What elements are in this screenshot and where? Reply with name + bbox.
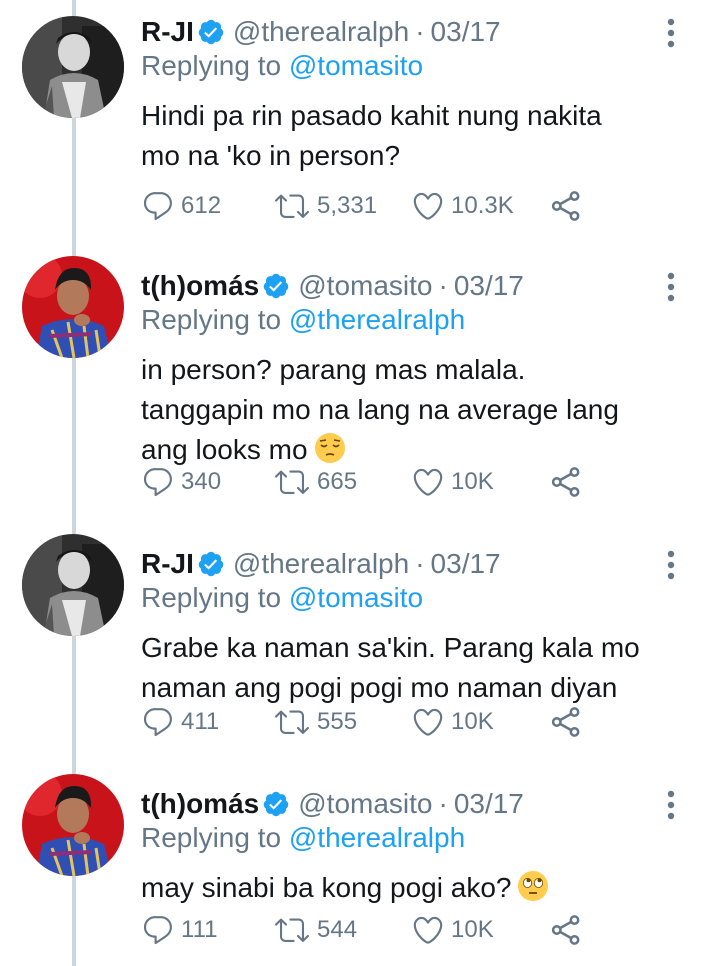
verified-badge-icon	[198, 551, 224, 577]
retweet-icon	[275, 194, 309, 218]
mention-link[interactable]: @tomasito	[289, 582, 423, 613]
more-vertical-icon[interactable]	[666, 272, 676, 302]
retweet-button[interactable]: 5,331	[273, 186, 377, 226]
share-icon	[551, 467, 580, 497]
retweet-icon	[275, 470, 309, 494]
share-button[interactable]	[549, 462, 583, 502]
retweet-button[interactable]: 555	[273, 702, 357, 742]
like-button[interactable]: 10K	[411, 910, 494, 950]
verified-badge-icon	[263, 791, 289, 817]
verified-badge-icon	[263, 273, 289, 299]
action-bar: 411 555 10K	[141, 702, 601, 742]
heart-icon	[413, 916, 443, 944]
avatar[interactable]	[22, 256, 124, 358]
timestamp[interactable]: 03/17	[431, 16, 501, 48]
avatar[interactable]	[22, 774, 124, 876]
more-vertical-icon[interactable]	[666, 18, 676, 48]
separator: ·	[438, 788, 448, 819]
share-button[interactable]	[549, 186, 583, 226]
share-button[interactable]	[549, 702, 583, 742]
mention-link[interactable]: @therealralph	[289, 822, 465, 853]
like-count: 10K	[451, 468, 494, 495]
share-icon	[551, 191, 580, 221]
like-count: 10K	[451, 916, 494, 943]
reply-count: 612	[181, 192, 222, 219]
like-count: 10.3K	[451, 192, 514, 219]
like-button[interactable]: 10K	[411, 462, 494, 502]
action-bar: 340 665 10K	[141, 462, 601, 502]
tweet-header: R-JI @therealralph · 03/17	[141, 544, 501, 584]
heart-icon	[413, 708, 443, 736]
like-button[interactable]: 10K	[411, 702, 494, 742]
separator: ·	[415, 548, 425, 579]
verified-badge-icon	[198, 19, 224, 45]
share-icon	[551, 707, 580, 737]
replying-to: Replying to @tomasito	[141, 582, 424, 613]
retweet-button[interactable]: 665	[273, 462, 357, 502]
replying-to: Replying to @therealralph	[141, 304, 466, 335]
retweet-button[interactable]: 544	[273, 910, 357, 950]
action-bar: 612 5,331 10.3K	[141, 186, 601, 226]
like-button[interactable]: 10.3K	[411, 186, 514, 226]
handle[interactable]: @tomasito	[298, 270, 432, 302]
retweet-count: 665	[317, 468, 358, 495]
reply-icon	[143, 708, 172, 737]
more-vertical-icon[interactable]	[666, 550, 676, 580]
tweet[interactable]: t(h)omás @tomasito · 03/17 Replying to @…	[0, 254, 720, 518]
tweet-header: R-JI @therealralph · 03/17	[141, 12, 501, 52]
display-name[interactable]: t(h)omás	[141, 788, 259, 820]
tweet-text: may sinabi ba kong pogi ako?	[141, 868, 681, 908]
tweet-header: t(h)omás @tomasito · 03/17	[141, 266, 524, 306]
like-count: 10K	[451, 708, 494, 735]
reply-button[interactable]: 111	[141, 910, 217, 950]
reply-button[interactable]: 411	[141, 702, 219, 742]
retweet-count: 5,331	[317, 192, 378, 219]
display-name[interactable]: R-JI	[141, 548, 194, 580]
separator: ·	[438, 270, 448, 301]
timestamp[interactable]: 03/17	[454, 788, 524, 820]
pensive-face-icon	[314, 433, 345, 463]
replying-to: Replying to @tomasito	[141, 50, 424, 81]
reply-count: 340	[181, 468, 222, 495]
timestamp[interactable]: 03/17	[431, 548, 501, 580]
action-bar: 111 544 10K	[141, 910, 601, 950]
tweet[interactable]: t(h)omás @tomasito · 03/17 Replying to @…	[0, 772, 720, 966]
tweet[interactable]: R-JI @therealralph · 03/17 Replying to @…	[0, 0, 720, 242]
reply-icon	[143, 916, 172, 945]
handle[interactable]: @tomasito	[298, 788, 432, 820]
reply-button[interactable]: 340	[141, 462, 221, 502]
avatar[interactable]	[22, 16, 124, 118]
reply-icon	[143, 468, 172, 497]
replying-to: Replying to @therealralph	[141, 822, 466, 853]
mention-link[interactable]: @therealralph	[289, 304, 465, 335]
avatar[interactable]	[22, 534, 124, 636]
handle[interactable]: @therealralph	[233, 548, 409, 580]
display-name[interactable]: t(h)omás	[141, 270, 259, 302]
heart-icon	[413, 192, 443, 220]
retweet-icon	[275, 710, 309, 734]
retweet-count: 555	[317, 708, 358, 735]
heart-icon	[413, 468, 443, 496]
share-icon	[551, 915, 580, 945]
reply-count: 411	[181, 708, 220, 735]
more-vertical-icon[interactable]	[666, 790, 676, 820]
retweet-icon	[275, 918, 309, 942]
timestamp[interactable]: 03/17	[454, 270, 524, 302]
handle[interactable]: @therealralph	[233, 16, 409, 48]
share-button[interactable]	[549, 910, 583, 950]
tweet-text: in person? parang mas malala. tanggapin …	[141, 354, 619, 465]
tweet-text: Hindi pa rin pasado kahit nung nakita mo…	[141, 100, 602, 171]
tweet-text: Grabe ka naman sa'kin. Parang kala mo na…	[141, 632, 640, 703]
retweet-count: 544	[317, 916, 358, 943]
reply-count: 111	[181, 916, 218, 943]
separator: ·	[415, 16, 425, 47]
tweet-header: t(h)omás @tomasito · 03/17	[141, 784, 524, 824]
display-name[interactable]: R-JI	[141, 16, 194, 48]
face-with-rolling-eyes-icon	[518, 871, 549, 901]
mention-link[interactable]: @tomasito	[289, 50, 423, 81]
reply-button[interactable]: 612	[141, 186, 221, 226]
tweet[interactable]: R-JI @therealralph · 03/17 Replying to @…	[0, 532, 720, 770]
reply-icon	[143, 192, 172, 221]
